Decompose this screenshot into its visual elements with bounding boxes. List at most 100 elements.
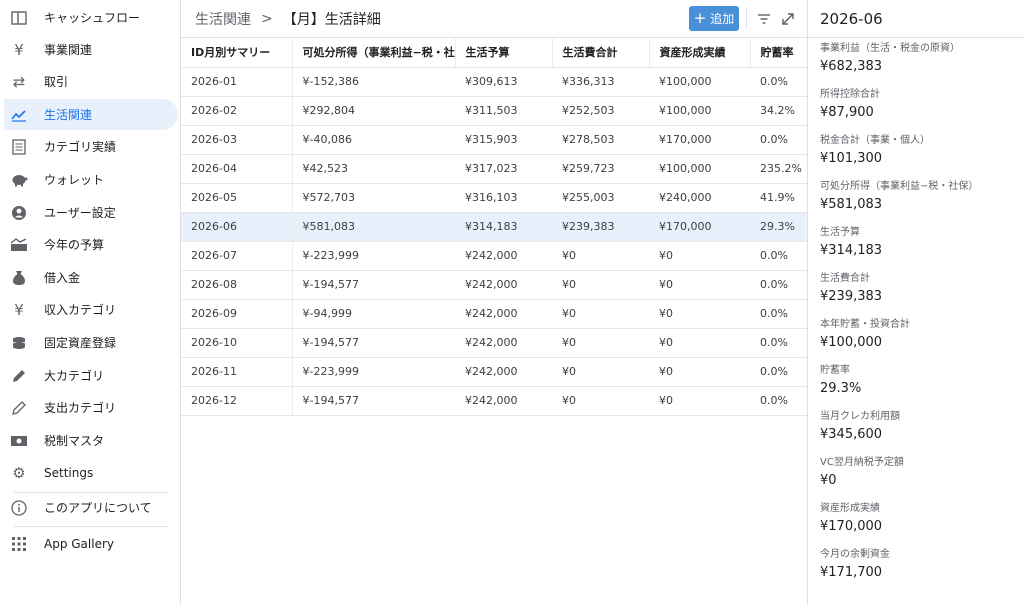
column-header[interactable]: 生活予算: [455, 38, 553, 68]
table-cell: 34.2%: [750, 96, 807, 126]
sidebar-item-fixed-assets[interactable]: 固定資産登録: [4, 327, 178, 358]
sidebar-item-transactions[interactable]: ⇄ 取引: [4, 66, 178, 97]
sidebar-item-about[interactable]: このアプリについて: [4, 492, 178, 523]
table-cell: ¥-40,086: [292, 125, 455, 155]
detail-field: 事業利益（生活・税金の原資） ¥682,383: [820, 39, 1020, 74]
table-cell: ¥0: [649, 386, 750, 416]
sidebar-item-tax-master[interactable]: 税制マスタ: [4, 425, 178, 456]
table-cell: 2026-02: [181, 96, 293, 126]
table-cell: ¥-152,386: [292, 67, 455, 97]
table-cell: ¥252,503: [552, 96, 649, 126]
table-cell: ¥-194,577: [292, 328, 455, 358]
column-header[interactable]: 生活費合計: [552, 38, 650, 68]
table-cell: ¥242,000: [455, 328, 552, 358]
table-cell: 2026-10: [181, 328, 293, 358]
sidebar-item-living[interactable]: 生活関連: [4, 99, 178, 130]
table-cell: ¥292,804: [292, 96, 455, 126]
app-window: キャッシュフロー ¥ 事業関連 ⇄ 取引 生活関連 カテゴリ実績 ウォレット ユ…: [0, 0, 1024, 604]
table-header-row: ID月別サマリー 可処分所得（事業利益−税・社保） 生活予算 生活費合計 資産形…: [181, 38, 807, 68]
table-row[interactable]: 2026-06 ¥581,083 ¥314,183 ¥239,383 ¥170,000 2…: [181, 212, 807, 242]
column-header[interactable]: 可処分所得（事業利益−税・社保）: [292, 38, 456, 68]
table-cell: ¥170,000: [649, 125, 750, 155]
column-header[interactable]: 資産形成実績: [649, 38, 751, 68]
sidebar-item-label: 今年の予算: [44, 238, 105, 252]
pencil-outline-icon: [10, 399, 28, 417]
table-cell: 0.0%: [750, 386, 807, 416]
table-cell: 2026-08: [181, 270, 293, 300]
sidebar-item-category-results[interactable]: カテゴリ実績: [4, 131, 178, 162]
column-header[interactable]: ID月別サマリー: [181, 38, 293, 68]
breadcrumb-separator: >: [261, 10, 273, 27]
table-cell: ¥0: [649, 270, 750, 300]
table-row[interactable]: 2026-08 ¥-194,577 ¥242,000 ¥0 ¥0 0.0%: [181, 270, 807, 300]
sidebar-item-settings[interactable]: ⚙ Settings: [4, 457, 178, 488]
sidebar-item-income-category[interactable]: ¥ 収入カテゴリ: [4, 294, 178, 325]
filter-icon[interactable]: [755, 10, 773, 28]
sidebar-item-label: カテゴリ実績: [44, 140, 117, 154]
detail-field-label: 所得控除合計: [820, 89, 880, 100]
sidebar: キャッシュフロー ¥ 事業関連 ⇄ 取引 生活関連 カテゴリ実績 ウォレット ユ…: [0, 0, 181, 604]
table-cell: ¥0: [552, 299, 649, 329]
table-cell: ¥316,103: [455, 183, 552, 213]
table-row[interactable]: 2026-09 ¥-94,999 ¥242,000 ¥0 ¥0 0.0%: [181, 299, 807, 329]
detail-field-value: ¥0: [820, 473, 837, 488]
page-title: 【月】生活詳細: [282, 11, 381, 28]
sidebar-item-label: 収入カテゴリ: [44, 303, 117, 317]
table-cell: 2026-01: [181, 67, 293, 97]
plus-icon: +: [693, 9, 707, 27]
table-cell: 0.0%: [750, 270, 807, 300]
column-header[interactable]: 貯蓄率: [750, 38, 807, 68]
table-cell: ¥242,000: [455, 241, 552, 271]
sidebar-item-label: App Gallery: [44, 536, 114, 551]
table-row[interactable]: 2026-11 ¥-223,999 ¥242,000 ¥0 ¥0 0.0%: [181, 357, 807, 387]
table-row[interactable]: 2026-07 ¥-223,999 ¥242,000 ¥0 ¥0 0.0%: [181, 241, 807, 271]
sidebar-item-major-category[interactable]: 大カテゴリ: [4, 360, 178, 391]
table-cell: ¥336,313: [552, 67, 649, 97]
table-cell: ¥572,703: [292, 183, 455, 213]
add-button[interactable]: + 追加: [689, 6, 739, 31]
detail-field-label: 貯蓄率: [820, 365, 850, 376]
table-cell: ¥314,183: [455, 212, 552, 242]
breadcrumb-parent[interactable]: 生活関連: [195, 9, 251, 29]
detail-divider: [808, 37, 1024, 38]
table-cell: ¥170,000: [649, 212, 750, 242]
detail-field-label: 本年貯蓄・投資合計: [820, 319, 910, 330]
sidebar-item-user-settings[interactable]: ユーザー設定: [4, 197, 178, 228]
sidebar-item-label: 支出カテゴリ: [44, 401, 117, 415]
sidebar-item-label: ユーザー設定: [44, 206, 116, 220]
detail-field-value: ¥682,383: [820, 59, 883, 74]
trending-icon: [10, 106, 28, 124]
table-cell: ¥-223,999: [292, 357, 455, 387]
sidebar-item-expense-category[interactable]: 支出カテゴリ: [4, 392, 178, 423]
sidebar-item-loans[interactable]: 借入金: [4, 262, 178, 293]
sidebar-item-wallet[interactable]: ウォレット: [4, 164, 178, 195]
table-row[interactable]: 2026-02 ¥292,804 ¥311,503 ¥252,503 ¥100,000 3…: [181, 96, 807, 126]
table-cell: 0.0%: [750, 241, 807, 271]
pen-icon: [10, 367, 28, 385]
header-divider: [746, 9, 747, 29]
table-cell: ¥0: [649, 328, 750, 358]
table-cell: 0.0%: [750, 67, 807, 97]
sidebar-item-yearly-budget[interactable]: 今年の予算: [4, 229, 178, 260]
detail-field: 可処分所得（事業利益−税・社保） ¥581,083: [820, 177, 1020, 212]
sidebar-item-app-gallery[interactable]: App Gallery: [4, 528, 178, 559]
sidebar-item-cashflow[interactable]: キャッシュフロー: [4, 2, 178, 33]
table-cell: ¥309,613: [455, 67, 552, 97]
table-row[interactable]: 2026-03 ¥-40,086 ¥315,903 ¥278,503 ¥170,000 0…: [181, 125, 807, 155]
detail-field-value: 29.3%: [820, 381, 862, 396]
table-cell: ¥240,000: [649, 183, 750, 213]
table-row[interactable]: 2026-12 ¥-194,577 ¥242,000 ¥0 ¥0 0.0%: [181, 386, 807, 416]
table-row[interactable]: 2026-01 ¥-152,386 ¥309,613 ¥336,313 ¥100,000…: [181, 67, 807, 97]
yen-icon: ¥: [14, 40, 24, 59]
table-cell: ¥42,523: [292, 154, 455, 184]
table-cell: ¥0: [649, 357, 750, 387]
table-row[interactable]: 2026-05 ¥572,703 ¥316,103 ¥255,003 ¥240,000 4…: [181, 183, 807, 213]
table-cell: ¥317,023: [455, 154, 552, 184]
detail-field-value: ¥314,183: [820, 243, 883, 258]
sidebar-item-label: Settings: [44, 465, 94, 480]
detail-field-label: 生活予算: [820, 227, 860, 238]
table-row[interactable]: 2026-10 ¥-194,577 ¥242,000 ¥0 ¥0 0.0%: [181, 328, 807, 358]
table-row[interactable]: 2026-04 ¥42,523 ¥317,023 ¥259,723 ¥100,000 23…: [181, 154, 807, 184]
sidebar-item-business[interactable]: ¥ 事業関連: [4, 34, 178, 65]
expand-icon[interactable]: [779, 10, 797, 28]
